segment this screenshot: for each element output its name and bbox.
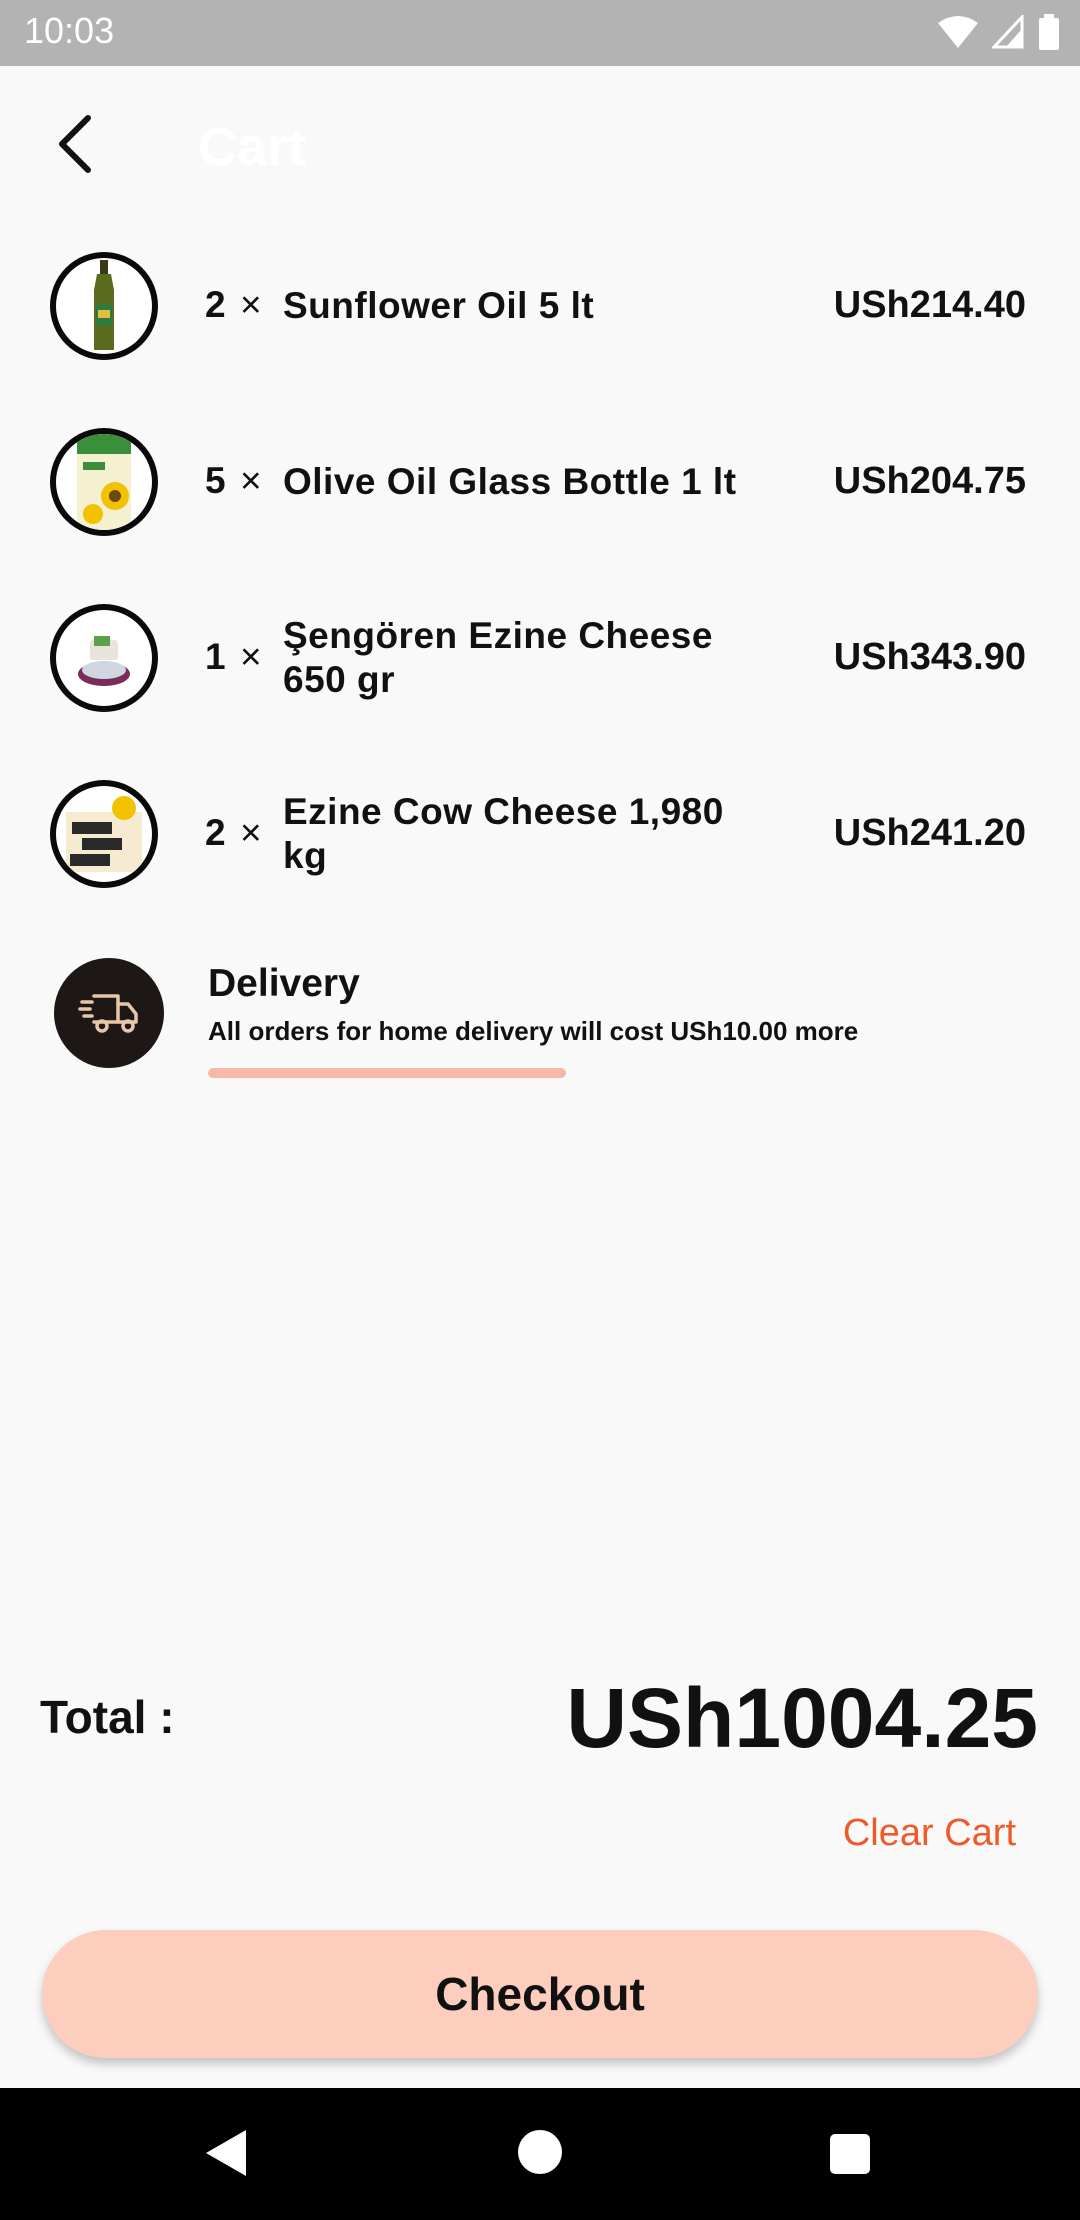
status-bar: 10:03 xyxy=(0,0,1080,66)
item-quantity: 1 xyxy=(205,636,226,677)
back-button[interactable] xyxy=(44,106,108,182)
product-thumbnail xyxy=(50,252,158,360)
status-time: 10:03 xyxy=(24,10,115,51)
status-icons xyxy=(938,14,1060,50)
clear-cart-button[interactable]: Clear Cart xyxy=(843,1812,1016,1855)
signal-icon xyxy=(992,15,1024,49)
checkout-button[interactable]: Checkout xyxy=(42,1930,1038,2058)
delivery-description: All orders for home delivery will cost U… xyxy=(208,1016,859,1046)
item-name: Sunflower Oil 5 lt xyxy=(283,285,595,326)
oil-bottle-icon xyxy=(94,260,114,350)
product-thumbnail xyxy=(50,604,158,712)
cart-item[interactable]: 2 × Sunflower Oil 5 lt USh214.40 xyxy=(0,232,1080,408)
page-title: Cart xyxy=(198,117,307,177)
oil-box-icon xyxy=(77,434,131,530)
nav-home-icon[interactable] xyxy=(518,2130,562,2174)
item-quantity: 2 xyxy=(205,284,226,325)
delivery-truck-icon xyxy=(78,994,138,1033)
system-nav-bar xyxy=(0,2088,1080,2220)
delivery-underline xyxy=(208,1068,566,1078)
item-quantity: 5 xyxy=(205,460,226,501)
item-quantity: 2 xyxy=(205,812,226,853)
total-value: USh1004.25 xyxy=(566,1671,1038,1765)
nav-recents-icon[interactable] xyxy=(830,2134,870,2174)
item-name: Ezine Cow Cheese 1,980 kg xyxy=(283,791,724,876)
item-price: USh343.90 xyxy=(833,636,1026,678)
cheese-package-icon xyxy=(78,636,130,686)
delivery-title: Delivery xyxy=(208,962,360,1005)
cheese-blocks-icon xyxy=(66,796,142,872)
checkout-label: Checkout xyxy=(435,1968,645,2020)
nav-back-icon[interactable] xyxy=(204,2128,248,2178)
wifi-icon xyxy=(938,16,978,48)
item-price: USh214.40 xyxy=(833,284,1026,326)
multiply-sign: × xyxy=(240,636,262,677)
delivery-info: Delivery All orders for home delivery wi… xyxy=(0,950,1080,1090)
item-price: USh204.75 xyxy=(833,460,1026,502)
app-bar: Cart xyxy=(0,66,1080,222)
delivery-icon-badge xyxy=(54,958,164,1068)
cart-item[interactable]: 5 × Olive Oil Glass Bottle 1 lt USh204.7… xyxy=(0,408,1080,584)
item-price: USh241.20 xyxy=(833,812,1026,854)
total-label: Total : xyxy=(40,1691,175,1743)
back-arrow-icon xyxy=(59,115,91,173)
product-thumbnail xyxy=(50,780,158,888)
multiply-sign: × xyxy=(240,812,262,853)
item-name: Şengören Ezine Cheese 650 gr xyxy=(283,615,713,700)
battery-icon xyxy=(1039,14,1059,50)
item-name: Olive Oil Glass Bottle 1 lt xyxy=(283,461,737,502)
multiply-sign: × xyxy=(240,284,262,325)
product-thumbnail xyxy=(50,428,158,536)
cart-item[interactable]: 2 × Ezine Cow Cheese 1,980 kg USh241.20 xyxy=(0,760,1080,936)
multiply-sign: × xyxy=(240,460,262,501)
cart-item[interactable]: 1 × Şengören Ezine Cheese 650 gr USh343.… xyxy=(0,584,1080,760)
